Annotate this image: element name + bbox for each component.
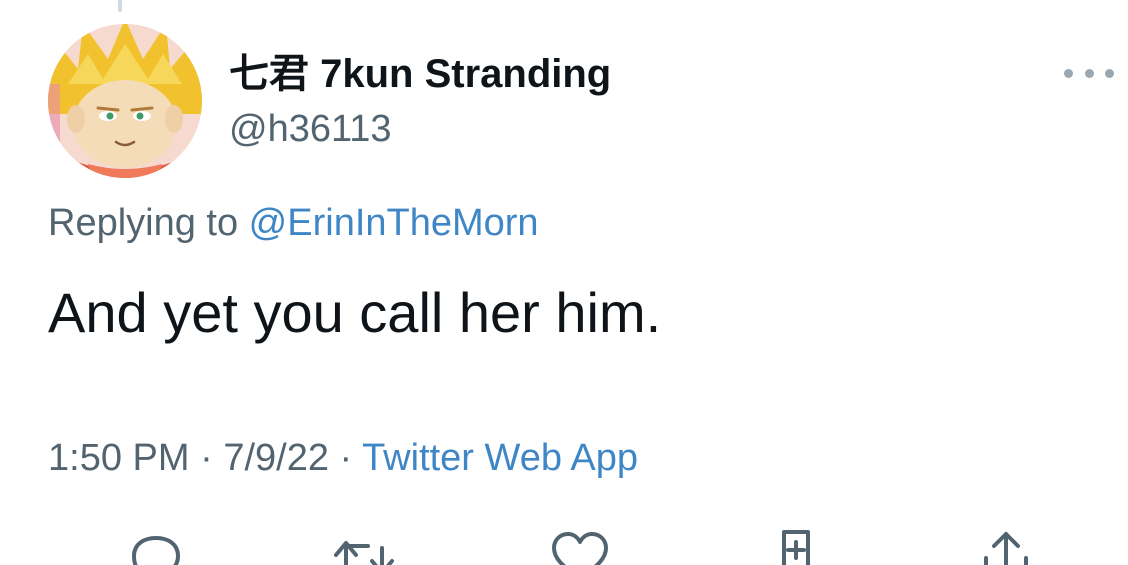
tweet-card: 七君 7kun Stranding @h36113 Replying to @E… bbox=[0, 0, 1128, 565]
share-icon bbox=[984, 532, 1028, 565]
replying-to-line: Replying to @ErinInTheMorn bbox=[48, 198, 539, 248]
more-dot bbox=[1105, 68, 1114, 78]
replying-to-label: Replying to bbox=[48, 202, 249, 244]
display-name[interactable]: 七君 7kun Stranding bbox=[229, 50, 611, 98]
more-options-button[interactable] bbox=[1064, 60, 1114, 86]
tweet-actions-bar bbox=[0, 528, 1128, 565]
tweet-metadata: 1:50 PM · 7/9/22 · Twitter Web App bbox=[48, 433, 638, 483]
more-horizontal-icon bbox=[1064, 68, 1073, 78]
avatar-illustration bbox=[48, 24, 202, 178]
meta-separator: · bbox=[189, 437, 224, 479]
heart-icon bbox=[552, 532, 608, 565]
thread-connector-line bbox=[118, 0, 122, 12]
tweet-source-link[interactable]: Twitter Web App bbox=[362, 437, 638, 479]
reply-icon bbox=[132, 536, 180, 565]
more-dot bbox=[1084, 68, 1094, 78]
avatar[interactable] bbox=[48, 24, 202, 178]
bookmark-icon bbox=[782, 530, 810, 565]
retweet-icon bbox=[334, 541, 394, 565]
tweet-text: And yet you call her him. bbox=[48, 281, 662, 344]
reply-button[interactable] bbox=[124, 528, 188, 565]
user-handle[interactable]: @h36113 bbox=[229, 106, 611, 152]
author-block: 七君 7kun Stranding @h36113 bbox=[229, 50, 611, 152]
tweet-time[interactable]: 1:50 PM bbox=[48, 437, 190, 479]
like-button[interactable] bbox=[548, 528, 612, 565]
bookmark-button[interactable] bbox=[764, 528, 828, 565]
tweet-date[interactable]: 7/9/22 bbox=[223, 437, 329, 479]
meta-separator: · bbox=[328, 437, 363, 479]
replying-to-mention-link[interactable]: @ErinInTheMorn bbox=[249, 202, 539, 244]
retweet-button[interactable] bbox=[332, 528, 396, 565]
share-button[interactable] bbox=[974, 528, 1038, 565]
